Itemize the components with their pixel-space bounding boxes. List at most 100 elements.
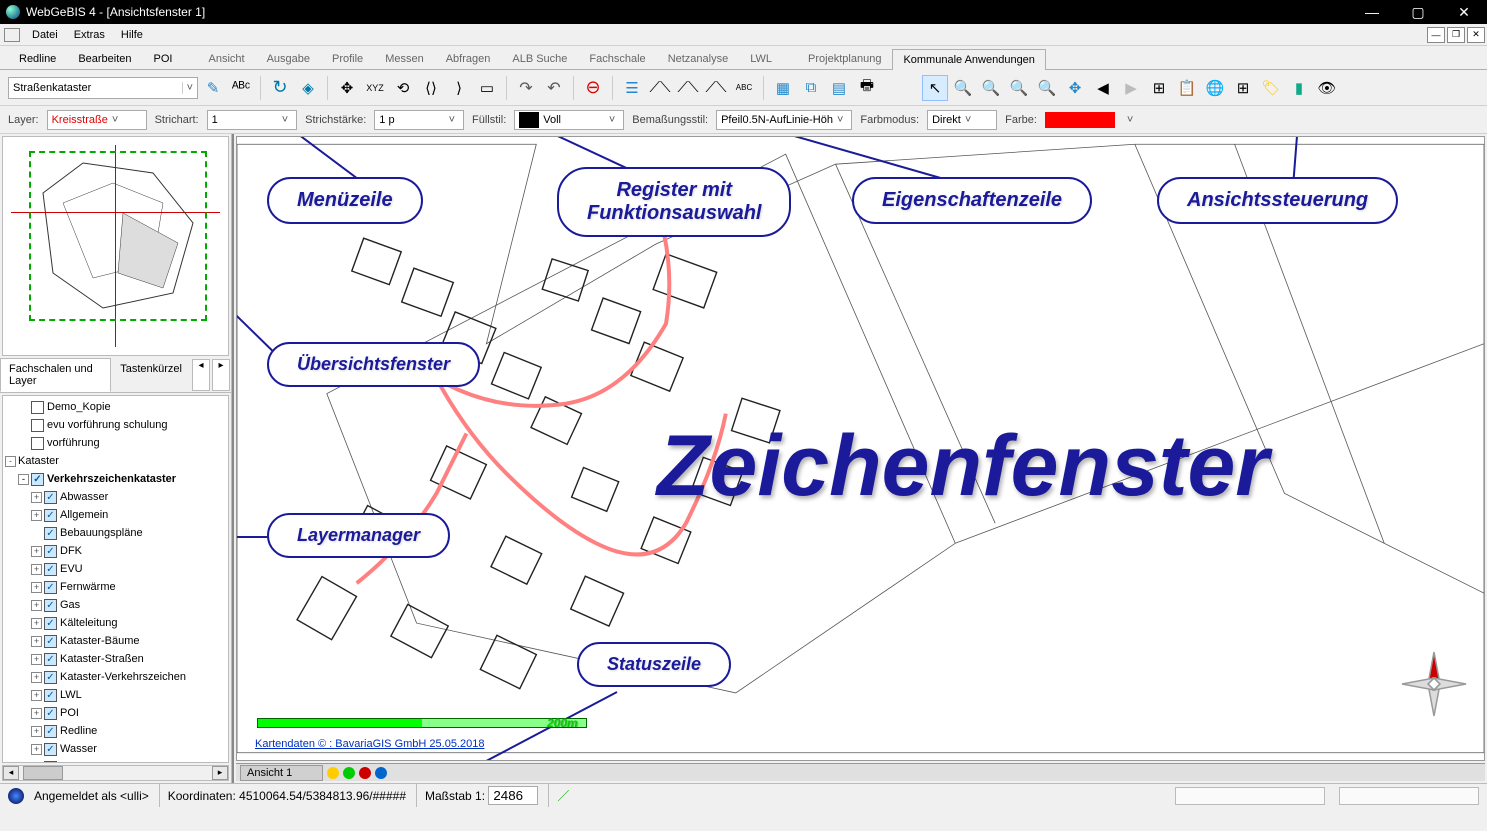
move-icon[interactable]: ✥	[334, 75, 360, 101]
checkbox[interactable]	[44, 599, 57, 612]
tree-item[interactable]: +Kataster-Straßen	[5, 650, 226, 668]
zoom-out-icon[interactable]: 🔍	[978, 75, 1004, 101]
overview-window[interactable]	[2, 136, 229, 356]
tree-item[interactable]: +Kataster-Bäume	[5, 632, 226, 650]
zoom-in-icon[interactable]: 🔍	[950, 75, 976, 101]
checkbox[interactable]	[44, 743, 57, 756]
print-icon[interactable]: 🖶	[854, 75, 880, 101]
expand-icon[interactable]: +	[31, 600, 42, 611]
tab-albsuche[interactable]: ALB Suche	[501, 48, 578, 69]
layer-tree[interactable]: Demo_Kopieevu vorführung schulungvorführ…	[2, 395, 229, 763]
expand-icon[interactable]: +	[31, 492, 42, 503]
select-rect-icon[interactable]: ▭	[474, 75, 500, 101]
refresh-icon[interactable]: ↻	[267, 75, 293, 101]
tree-item[interactable]: +Redline	[5, 722, 226, 740]
scroll-thumb[interactable]	[23, 766, 63, 780]
menu-hilfe[interactable]: Hilfe	[113, 26, 151, 44]
checkbox[interactable]	[44, 671, 57, 684]
tab-ausgabe[interactable]: Ausgabe	[256, 48, 321, 69]
tree-item[interactable]: evu vorführung schulung	[5, 416, 226, 434]
undo-icon[interactable]: ↶	[541, 75, 567, 101]
checkbox[interactable]	[31, 419, 44, 432]
cursor-icon[interactable]: ↖	[922, 75, 948, 101]
checkbox[interactable]	[44, 617, 57, 630]
side-tab-layers[interactable]: Fachschalen und Layer	[0, 358, 111, 392]
pan-icon[interactable]: ✥	[1062, 75, 1088, 101]
checkbox[interactable]	[31, 473, 44, 486]
category-combo[interactable]: Straßenkataster ˅	[8, 77, 198, 99]
tab-poi[interactable]: POI	[143, 48, 184, 69]
tree-item[interactable]: +Fernwärme	[5, 578, 226, 596]
view-icon-1[interactable]	[327, 767, 339, 779]
scale-input[interactable]	[488, 786, 538, 805]
snap3-icon[interactable]: ⟋⟍	[703, 75, 729, 101]
expand-icon[interactable]: +	[31, 744, 42, 755]
tree-item[interactable]: +Kataster-Verkehrszeichen	[5, 668, 226, 686]
layer-combo[interactable]: Kreisstraße˅	[47, 110, 147, 130]
checkbox[interactable]	[44, 689, 57, 702]
checkbox[interactable]	[31, 437, 44, 450]
snap2-icon[interactable]: ⟋⟍	[675, 75, 701, 101]
next-view-icon[interactable]: ▶	[1118, 75, 1144, 101]
tab-messen[interactable]: Messen	[374, 48, 435, 69]
tab-lwl[interactable]: LWL	[739, 48, 783, 69]
info-icon[interactable]: ◈	[295, 75, 321, 101]
maximize-button[interactable]: ▢	[1395, 0, 1441, 24]
menu-datei[interactable]: Datei	[24, 26, 66, 44]
expand-icon[interactable]: +	[31, 654, 42, 665]
menu-extras[interactable]: Extras	[66, 26, 113, 44]
tab-nav-right[interactable]: ▸	[212, 359, 230, 391]
tree-item[interactable]: +Allgemein	[5, 506, 226, 524]
color-swatch[interactable]	[1045, 112, 1115, 128]
tree-item[interactable]: (nicht zugeordnet)	[5, 758, 226, 763]
scroll-left-icon[interactable]: ◂	[3, 766, 19, 780]
tab-nav-left[interactable]: ◂	[192, 359, 210, 391]
strichstaerke-combo[interactable]: 1 p˅	[374, 110, 464, 130]
tree-item[interactable]: Bebauungspläne	[5, 524, 226, 542]
fuellstil-combo[interactable]: Voll˅	[514, 110, 624, 130]
checkbox[interactable]	[44, 761, 57, 764]
map-icon[interactable]: ▮	[1286, 75, 1312, 101]
tab-kommunale[interactable]: Kommunale Anwendungen	[892, 49, 1045, 70]
eye-icon[interactable]: 👁	[1314, 75, 1340, 101]
farbmodus-combo[interactable]: Direkt˅	[927, 110, 997, 130]
horizontal-scrollbar[interactable]: ◂ ▸	[2, 765, 229, 781]
expand-icon[interactable]: +	[31, 726, 42, 737]
expand-icon[interactable]: +	[31, 564, 42, 575]
expand-icon[interactable]: -	[18, 474, 29, 485]
expand-icon[interactable]: +	[31, 690, 42, 701]
window-icon[interactable]: ▦	[770, 75, 796, 101]
tab-fachschale[interactable]: Fachschale	[578, 48, 656, 69]
text-icon[interactable]: ᴬᴮᶜ	[228, 75, 254, 101]
map-canvas[interactable]: Menüzeile Register mit Funktionsauswahl …	[236, 136, 1485, 761]
tab-abfragen[interactable]: Abfragen	[435, 48, 502, 69]
view-tab-1[interactable]: Ansicht 1	[240, 765, 323, 781]
checkbox[interactable]	[44, 581, 57, 594]
tree-item[interactable]: +Wasser	[5, 740, 226, 758]
tree-item[interactable]: +Kälteleitung	[5, 614, 226, 632]
snap1-icon[interactable]: ⟋⟍	[647, 75, 673, 101]
side-tab-shortcuts[interactable]: Tastenkürzel	[111, 358, 191, 392]
checkbox[interactable]	[44, 491, 57, 504]
paste-icon[interactable]: 📋	[1174, 75, 1200, 101]
snap-text-icon[interactable]: ABC	[731, 75, 757, 101]
checkbox[interactable]	[44, 563, 57, 576]
close-button[interactable]: ✕	[1441, 0, 1487, 24]
tab-bearbeiten[interactable]: Bearbeiten	[67, 48, 142, 69]
table-icon[interactable]: ▤	[826, 75, 852, 101]
expand-icon[interactable]: -	[5, 456, 16, 467]
edit-icon[interactable]: ✎	[200, 75, 226, 101]
scroll-right-icon[interactable]: ▸	[212, 766, 228, 780]
expand-icon[interactable]: +	[31, 582, 42, 593]
bemassung-combo[interactable]: Pfeil0.5N-AufLinie-Höh˅	[716, 110, 852, 130]
view-icon-4[interactable]	[375, 767, 387, 779]
mdi-minimize[interactable]: —	[1427, 27, 1445, 43]
checkbox[interactable]	[44, 509, 57, 522]
checkbox[interactable]	[44, 635, 57, 648]
tab-projektplanung[interactable]: Projektplanung	[797, 48, 892, 69]
rotate-left-icon[interactable]: ⟲	[390, 75, 416, 101]
expand-icon[interactable]: +	[31, 636, 42, 647]
checkbox[interactable]	[44, 725, 57, 738]
tree-item[interactable]: -Kataster	[5, 452, 226, 470]
copy-icon[interactable]: ⧉	[798, 75, 824, 101]
